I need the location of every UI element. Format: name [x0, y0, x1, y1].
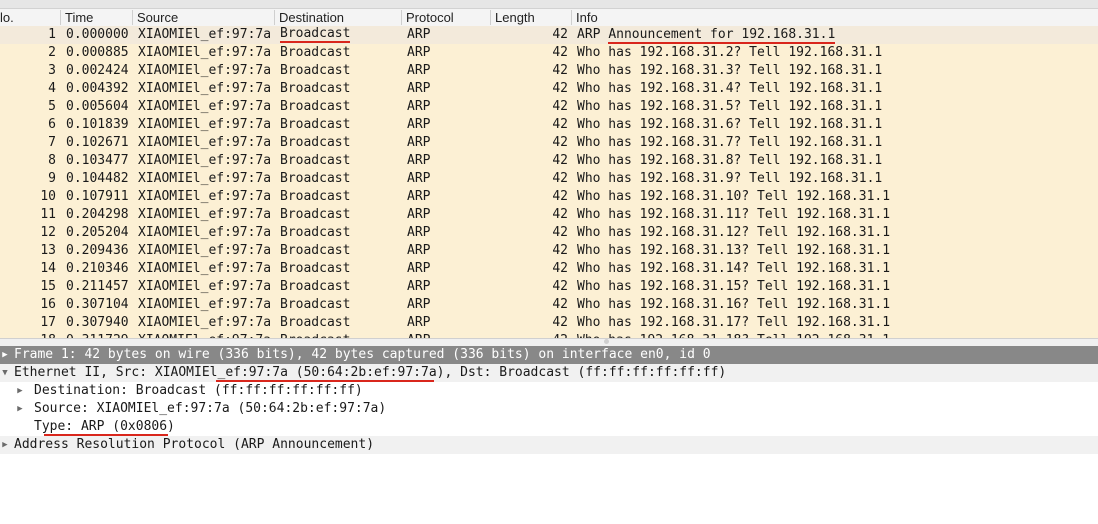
- triangle-down-icon[interactable]: ▼: [0, 364, 10, 382]
- column-header-info[interactable]: Info: [571, 10, 1096, 25]
- top-toolbar-edge: [0, 0, 1098, 9]
- packet-length: 42: [552, 99, 568, 114]
- packet-length: 42: [552, 189, 568, 204]
- table-row[interactable]: 11 0.204298 XIAOMIEl_ef:97:7a Broadcast ARP 4…: [0, 206, 1098, 224]
- pane-splitter[interactable]: [0, 338, 1098, 346]
- packet-info-announcement: Announcement for 192.168.31.1: [608, 27, 836, 44]
- packet-info: Who has 192.168.31.12? Tell 192.168.31.1: [577, 225, 891, 240]
- table-row[interactable]: 10 0.107911 XIAOMIEl_ef:97:7a Broadcast ARP 4…: [0, 188, 1098, 206]
- table-row[interactable]: 15 0.211457 XIAOMIEl_ef:97:7a Broadcast ARP 4…: [0, 278, 1098, 296]
- column-header-no[interactable]: lo.: [0, 10, 58, 25]
- packet-info: Who has 192.168.31.3? Tell 192.168.31.1: [577, 63, 883, 78]
- table-row[interactable]: 12 0.205204 XIAOMIEl_ef:97:7a Broadcast ARP 4…: [0, 224, 1098, 242]
- packet-info: Who has 192.168.31.16? Tell 192.168.31.1: [577, 297, 891, 312]
- packet-length: 42: [552, 279, 568, 294]
- detail-arp-text: Address Resolution Protocol (ARP Announc…: [14, 437, 375, 452]
- detail-eth-destination-row[interactable]: ▶ Destination: Broadcast (ff:ff:ff:ff:ff…: [0, 382, 1098, 400]
- column-header-protocol[interactable]: Protocol: [401, 10, 492, 25]
- packet-length: 42: [552, 63, 568, 78]
- packet-length: 42: [552, 225, 568, 240]
- column-header-destination[interactable]: Destination: [274, 10, 403, 25]
- packet-info: Who has 192.168.31.9? Tell 192.168.31.1: [577, 171, 883, 186]
- table-row[interactable]: 2 0.000885 XIAOMIEl_ef:97:7a Broadcast ARP 42…: [0, 44, 1098, 62]
- packet-info: Who has 192.168.31.2? Tell 192.168.31.1: [577, 45, 883, 60]
- packet-list-header: lo. Time Source Destination Protocol Len…: [0, 9, 1098, 27]
- packet-info: Who has 192.168.31.17? Tell 192.168.31.1: [577, 315, 891, 330]
- detail-frame-text: Frame 1: 42 bytes on wire (336 bits), 42…: [14, 347, 711, 362]
- column-header-time[interactable]: Time: [60, 10, 135, 25]
- table-row[interactable]: 7 0.102671 XIAOMIEl_ef:97:7a Broadcast ARP 42…: [0, 134, 1098, 152]
- detail-frame-row[interactable]: ▶ Frame 1: 42 bytes on wire (336 bits), …: [0, 346, 1098, 364]
- packet-length: 42: [552, 315, 568, 330]
- detail-arp-row[interactable]: ▶ Address Resolution Protocol (ARP Annou…: [0, 436, 1098, 454]
- triangle-right-icon[interactable]: ▶: [15, 382, 25, 400]
- packet-length: 42: [552, 297, 568, 312]
- packet-info: Who has 192.168.31.4? Tell 192.168.31.1: [577, 81, 883, 96]
- packet-length: 42: [552, 243, 568, 258]
- triangle-right-icon[interactable]: ▶: [15, 400, 25, 418]
- packet-info: Who has 192.168.31.14? Tell 192.168.31.1: [577, 261, 891, 276]
- packet-length: 42: [552, 153, 568, 168]
- table-row[interactable]: 16 0.307104 XIAOMIEl_ef:97:7a Broadcast ARP 4…: [0, 296, 1098, 314]
- detail-eth-type-row[interactable]: Type: ARP (0x0806): [0, 418, 1098, 436]
- column-header-source[interactable]: Source: [132, 10, 275, 25]
- packet-info: Who has 192.168.31.11? Tell 192.168.31.1: [577, 207, 891, 222]
- column-header-length[interactable]: Length: [490, 10, 573, 25]
- packet-info: Who has 192.168.31.5? Tell 192.168.31.1: [577, 99, 883, 114]
- packet-info: Who has 192.168.31.13? Tell 192.168.31.1: [577, 243, 891, 258]
- table-row[interactable]: 3 0.002424 XIAOMIEl_ef:97:7a Broadcast ARP 42…: [0, 62, 1098, 80]
- packet-info: ARP Announcement for 192.168.31.1: [577, 26, 836, 44]
- splitter-handle-icon[interactable]: [601, 339, 611, 345]
- table-row[interactable]: 8 0.103477 XIAOMIEl_ef:97:7a Broadcast ARP 42…: [0, 152, 1098, 170]
- packet-length: 42: [552, 261, 568, 276]
- packet-length: 42: [552, 171, 568, 186]
- detail-eth-destination-text: Destination: Broadcast (ff:ff:ff:ff:ff:f…: [34, 383, 363, 398]
- table-row[interactable]: 1 0.000000 XIAOMIEl_ef:97:7a Broadcast ARP 42…: [0, 26, 1098, 44]
- packet-info: Who has 192.168.31.6? Tell 192.168.31.1: [577, 117, 883, 132]
- table-row[interactable]: 6 0.101839 XIAOMIEl_ef:97:7a Broadcast ARP 42…: [0, 116, 1098, 134]
- packet-details-pane: ▶ Frame 1: 42 bytes on wire (336 bits), …: [0, 346, 1098, 524]
- packet-info: Who has 192.168.31.8? Tell 192.168.31.1: [577, 153, 883, 168]
- table-row[interactable]: 5 0.005604 XIAOMIEl_ef:97:7a Broadcast ARP 42…: [0, 98, 1098, 116]
- packet-info: Who has 192.168.31.15? Tell 192.168.31.1: [577, 279, 891, 294]
- triangle-right-icon[interactable]: ▶: [0, 436, 10, 454]
- packet-info: Who has 192.168.31.10? Tell 192.168.31.1: [577, 189, 891, 204]
- detail-eth-source-row[interactable]: ▶ Source: XIAOMIEl_ef:97:7a (50:64:2b:ef…: [0, 400, 1098, 418]
- packet-info: Who has 192.168.31.7? Tell 192.168.31.1: [577, 135, 883, 150]
- packet-length: 42: [552, 117, 568, 132]
- table-row[interactable]: 4 0.004392 XIAOMIEl_ef:97:7a Broadcast ARP 42…: [0, 80, 1098, 98]
- packet-info-protocol: ARP: [577, 27, 609, 42]
- packet-list[interactable]: 1 0.000000 XIAOMIEl_ef:97:7a Broadcast ARP 42…: [0, 26, 1098, 338]
- packet-length: 42: [552, 207, 568, 222]
- triangle-right-icon[interactable]: ▶: [0, 346, 10, 364]
- detail-ethernet-row[interactable]: ▼ Ethernet II, Src: XIAOMIEl_ef:97:7a (5…: [0, 364, 1098, 382]
- table-row[interactable]: 14 0.210346 XIAOMIEl_ef:97:7a Broadcast ARP 4…: [0, 260, 1098, 278]
- packet-length: 42: [552, 135, 568, 150]
- packet-length: 42: [552, 81, 568, 96]
- table-row[interactable]: 13 0.209436 XIAOMIEl_ef:97:7a Broadcast ARP 4…: [0, 242, 1098, 260]
- detail-eth-source-text: Source: XIAOMIEl_ef:97:7a (50:64:2b:ef:9…: [34, 401, 387, 416]
- table-row[interactable]: 9 0.104482 XIAOMIEl_ef:97:7a Broadcast ARP 42…: [0, 170, 1098, 188]
- packet-length: 42: [552, 45, 568, 60]
- table-row[interactable]: 17 0.307940 XIAOMIEl_ef:97:7a Broadcast ARP 4…: [0, 314, 1098, 332]
- packet-length: 42: [552, 27, 568, 42]
